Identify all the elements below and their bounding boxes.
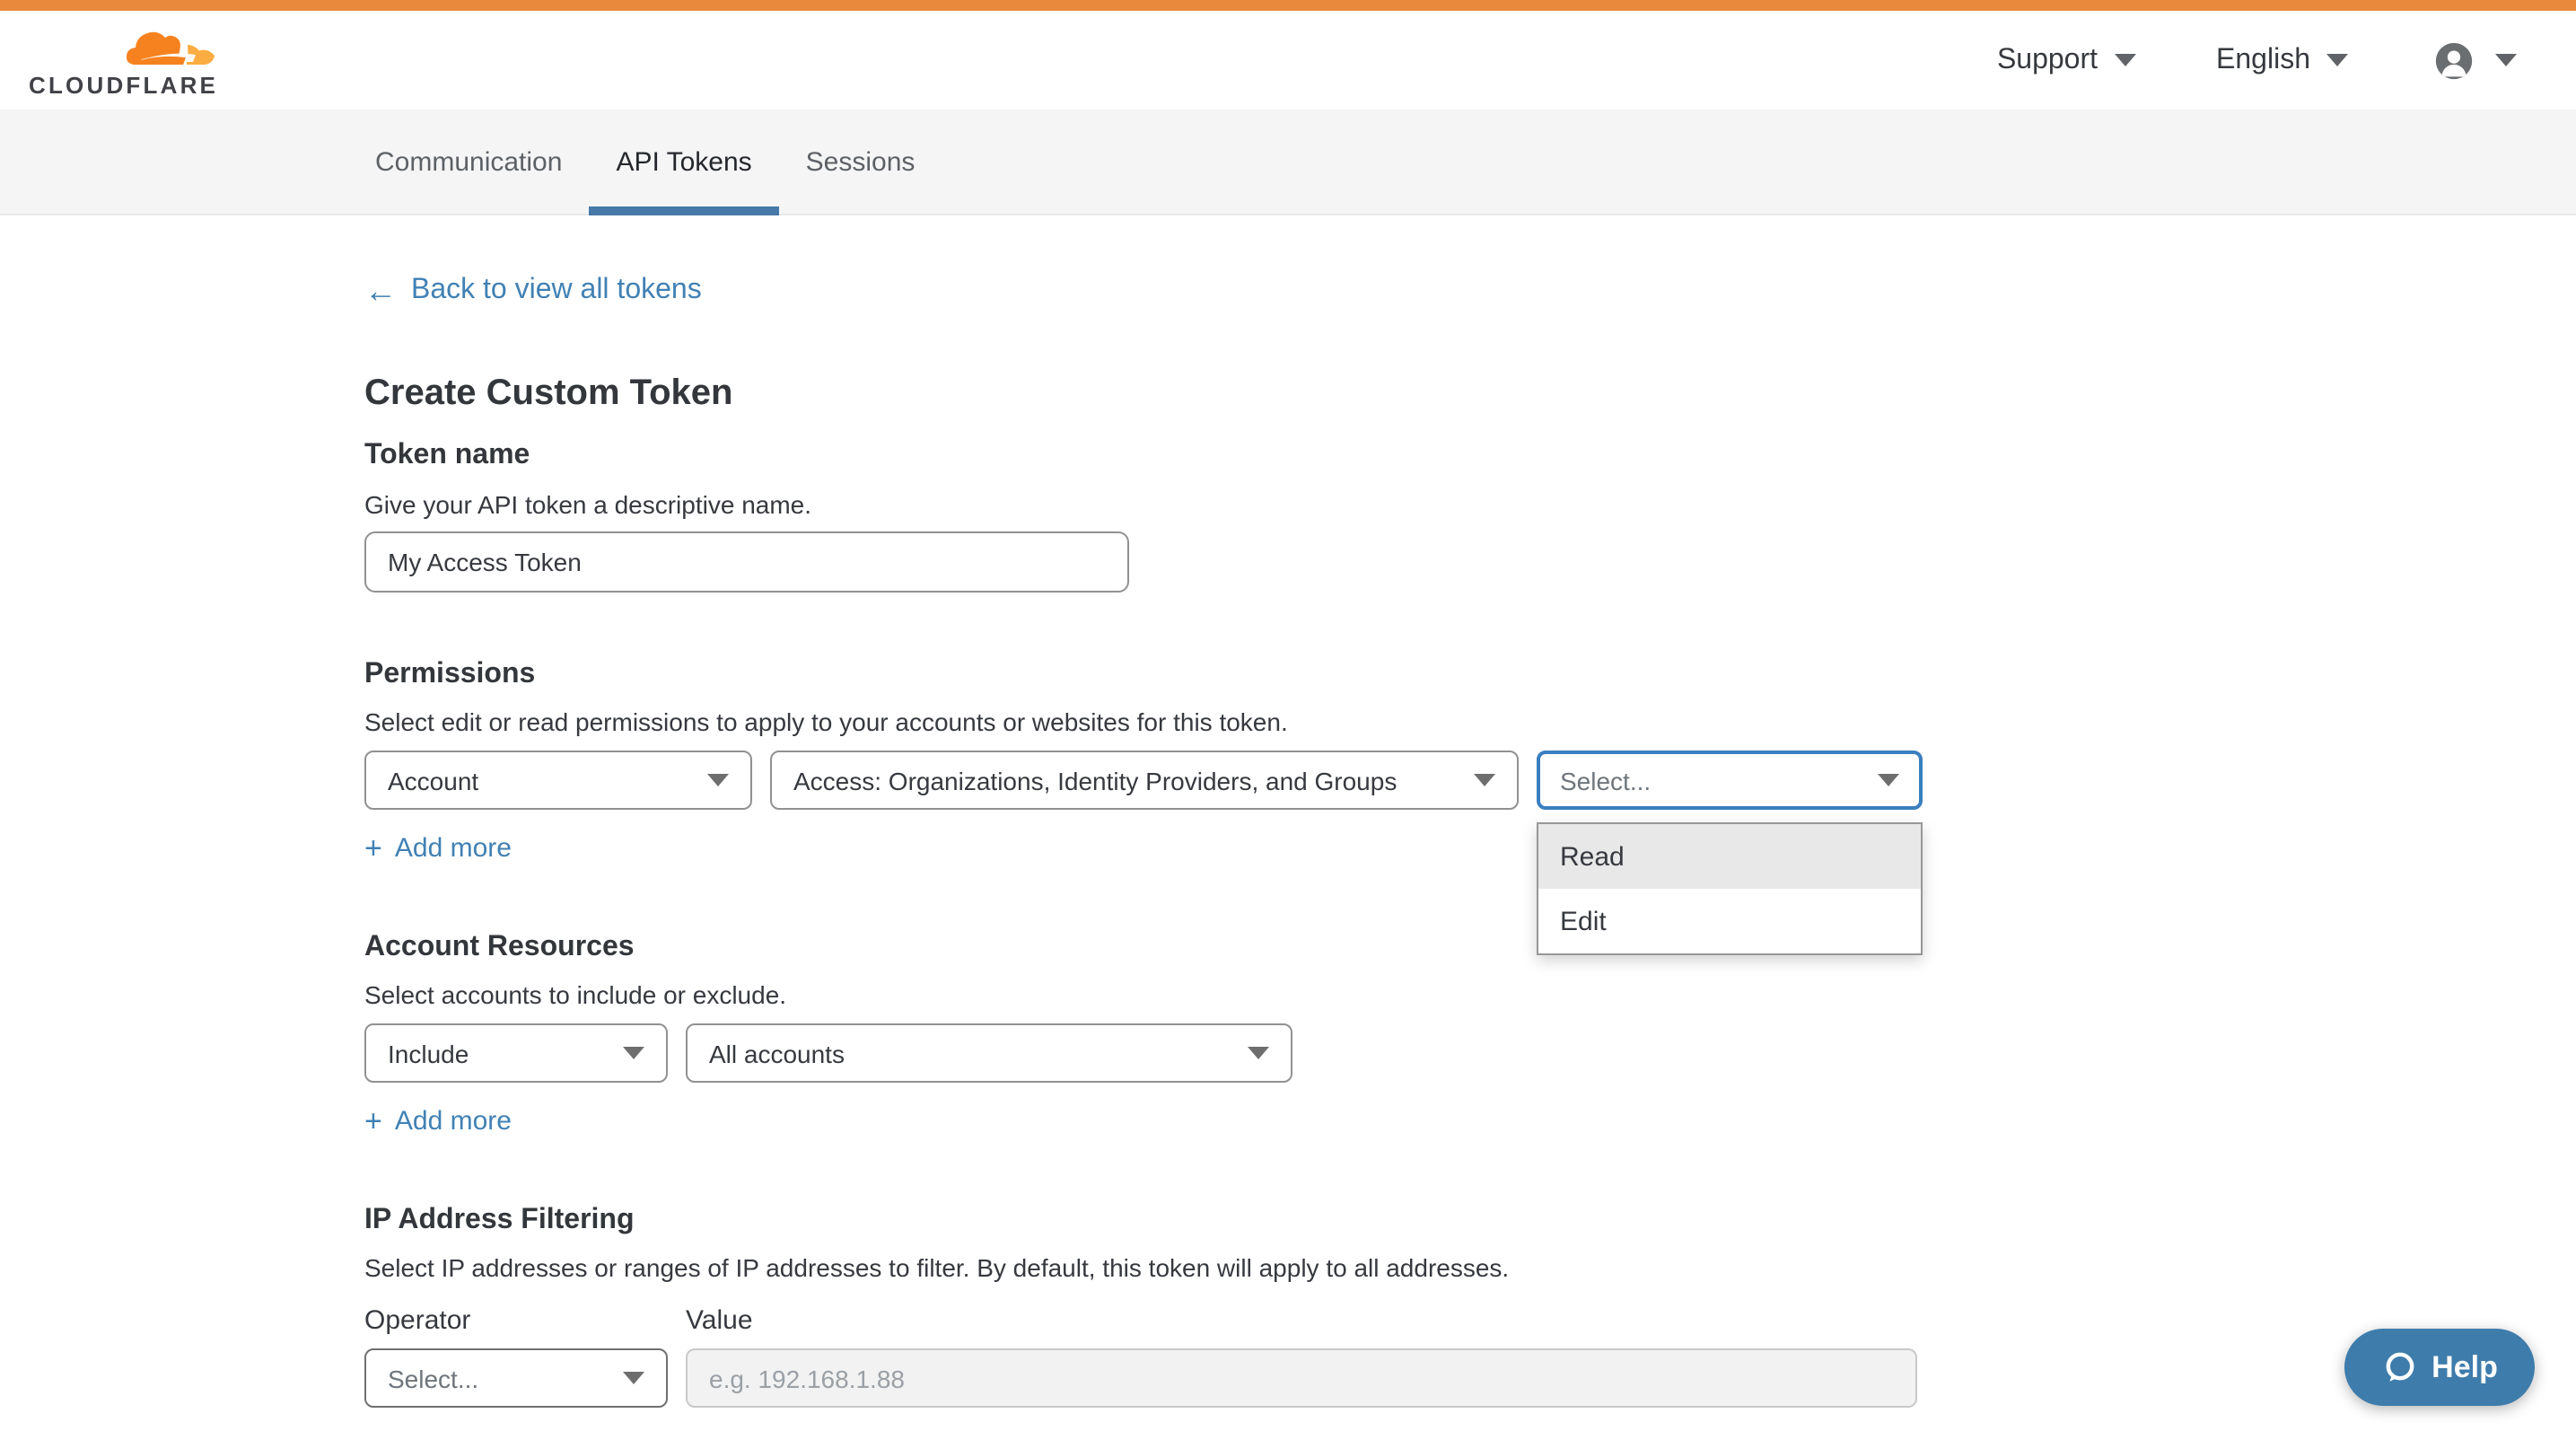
permission-scope-select[interactable]: Account xyxy=(364,751,752,810)
page: CLOUDFLARE Support English xyxy=(0,0,2576,1431)
select-arrow-icon xyxy=(1878,774,1899,786)
permissions-heading: Permissions xyxy=(364,657,1923,691)
account-resources-description: Select accounts to include or exclude. xyxy=(364,980,1923,1011)
value-label: Value xyxy=(686,1305,1917,1338)
chat-bubble-icon xyxy=(2381,1349,2417,1385)
select-arrow-icon xyxy=(707,774,729,786)
add-more-label: Add more xyxy=(395,831,512,865)
menu-item-edit[interactable]: Edit xyxy=(1538,889,1921,953)
permissions-description: Select edit or read permissions to apply… xyxy=(364,707,1923,738)
select-arrow-icon xyxy=(623,1372,644,1384)
main-content: ← Back to view all tokens Create Custom … xyxy=(364,215,1923,1408)
cloudflare-logo[interactable]: CLOUDFLARE xyxy=(29,24,215,96)
resource-scope-select[interactable]: All accounts xyxy=(686,1023,1292,1083)
avatar-icon xyxy=(2434,40,2474,80)
chevron-down-icon xyxy=(2495,54,2517,66)
tab-sessions[interactable]: Sessions xyxy=(779,110,942,214)
header-actions: Support English xyxy=(1997,40,2517,80)
plus-icon: + xyxy=(364,1108,382,1135)
back-link-label: Back to view all tokens xyxy=(411,275,702,307)
tab-communication[interactable]: Communication xyxy=(348,110,589,214)
select-arrow-icon xyxy=(1248,1047,1269,1059)
help-button-label: Help xyxy=(2431,1349,2498,1385)
permission-resource-select[interactable]: Access: Organizations, Identity Provider… xyxy=(770,751,1519,810)
token-name-description: Give your API token a descriptive name. xyxy=(364,490,1923,521)
select-arrow-icon xyxy=(1474,774,1495,786)
account-menu[interactable] xyxy=(2434,40,2517,80)
tab-label: Sessions xyxy=(806,146,916,177)
language-menu[interactable]: English xyxy=(2216,44,2348,76)
cloudflare-cloud-icon xyxy=(122,24,215,73)
operator-placeholder: Select... xyxy=(388,1364,478,1392)
ip-filtering-description: Select IP addresses or ranges of IP addr… xyxy=(364,1253,1923,1284)
chevron-down-icon xyxy=(2326,54,2348,66)
select-arrow-icon xyxy=(623,1047,644,1059)
page-title: Create Custom Token xyxy=(364,372,1923,415)
back-to-tokens-link[interactable]: ← Back to view all tokens xyxy=(364,275,702,307)
permissions-row: Account Access: Organizations, Identity … xyxy=(364,751,1923,810)
operator-label: Operator xyxy=(364,1305,668,1338)
ip-filtering-labels: Operator Value xyxy=(364,1305,1923,1338)
permission-level-select[interactable]: Select... Read Edit xyxy=(1537,751,1923,810)
ip-filtering-inputs: Select... xyxy=(364,1348,1923,1408)
menu-item-label: Read xyxy=(1560,841,1625,872)
token-name-input[interactable] xyxy=(364,531,1129,593)
permission-level-placeholder: Select... xyxy=(1560,766,1651,795)
plus-icon: + xyxy=(364,835,382,862)
account-resources-row: Include All accounts xyxy=(364,1023,1923,1083)
tab-bar: Communication API Tokens Sessions xyxy=(0,110,2576,215)
resource-scope-value: All accounts xyxy=(709,1039,845,1067)
top-accent-bar xyxy=(0,0,2576,11)
menu-item-label: Edit xyxy=(1560,906,1607,936)
tab-label: API Tokens xyxy=(616,146,751,177)
ip-filtering-heading: IP Address Filtering xyxy=(364,1203,1923,1237)
tab-label: Communication xyxy=(375,146,562,177)
header: CLOUDFLARE Support English xyxy=(0,11,2576,110)
cloudflare-logo-text: CLOUDFLARE xyxy=(29,75,218,96)
token-name-heading: Token name xyxy=(364,438,1923,472)
permission-scope-value: Account xyxy=(388,766,478,795)
help-button[interactable]: Help xyxy=(2344,1329,2535,1406)
menu-item-read[interactable]: Read xyxy=(1538,824,1921,889)
account-resources-add-more-link[interactable]: + Add more xyxy=(364,1104,512,1138)
language-menu-label: English xyxy=(2216,44,2310,76)
add-more-label: Add more xyxy=(395,1104,512,1138)
chevron-down-icon xyxy=(2114,54,2135,66)
operator-select[interactable]: Select... xyxy=(364,1348,668,1408)
permission-level-menu: Read Edit xyxy=(1537,822,1923,955)
resource-mode-value: Include xyxy=(388,1039,469,1067)
support-menu-label: Support xyxy=(1997,44,2098,76)
resource-mode-select[interactable]: Include xyxy=(364,1023,668,1083)
ip-value-input xyxy=(686,1348,1917,1408)
permission-resource-value: Access: Organizations, Identity Provider… xyxy=(793,766,1397,795)
back-arrow-icon: ← xyxy=(364,277,397,305)
support-menu[interactable]: Support xyxy=(1997,44,2135,76)
permissions-add-more-link[interactable]: + Add more xyxy=(364,831,512,865)
tab-api-tokens[interactable]: API Tokens xyxy=(589,110,778,214)
